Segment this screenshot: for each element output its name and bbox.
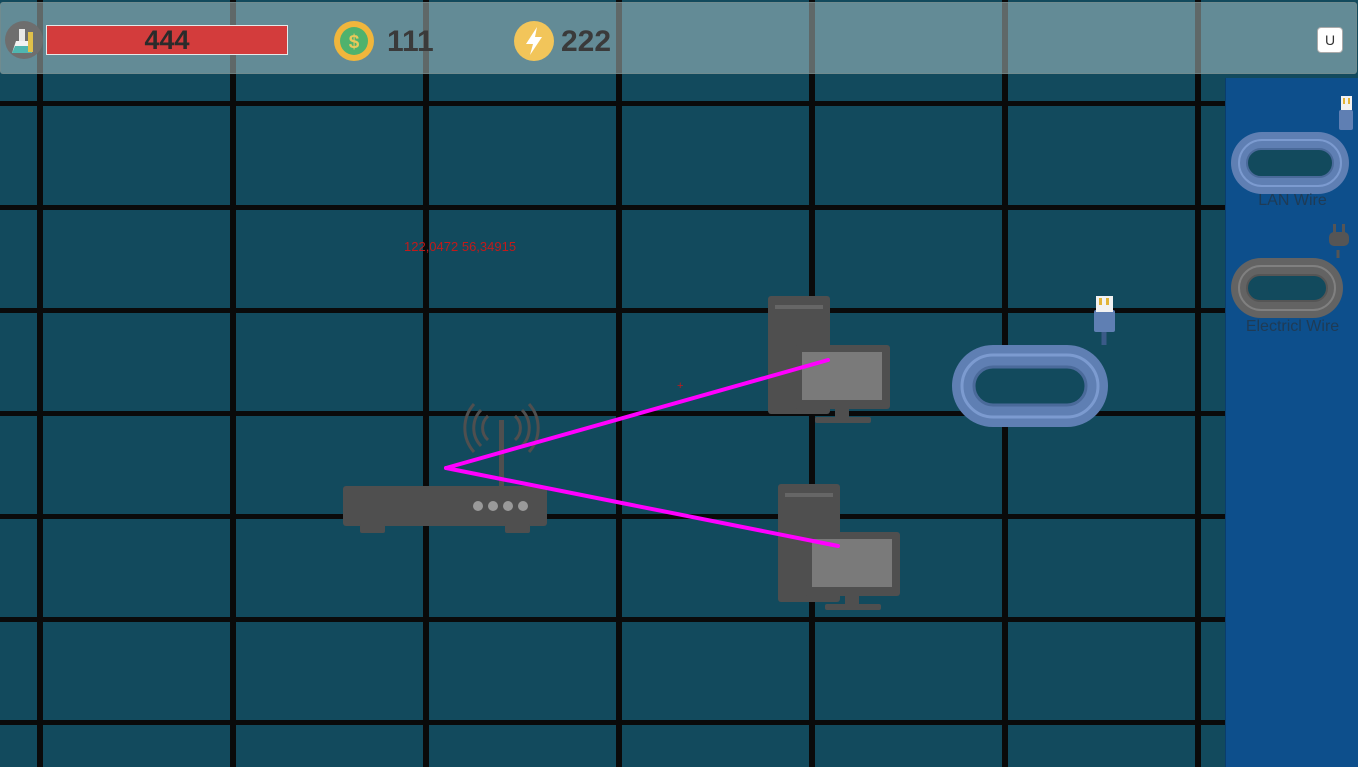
lightning-icon (514, 21, 554, 61)
energy-value: 222 (561, 25, 612, 58)
item-sidebar: LAN Wire Electricl Wire (1225, 78, 1358, 767)
wire (444, 358, 830, 470)
sidebar-item-electrical-wire[interactable]: Electricl Wire (1226, 220, 1358, 340)
lan-cable-icon (1231, 96, 1353, 194)
power-cable-icon (1231, 224, 1349, 318)
lan-cable-icon[interactable] (952, 296, 1115, 427)
sidebar-item-lan-wire[interactable]: LAN Wire (1226, 92, 1358, 212)
dollar-coin-icon: $ (334, 21, 374, 61)
debug-coordinates: 122,0472 56,34915 (404, 239, 517, 254)
svg-text:$: $ (349, 32, 360, 53)
cursor-marker: + (677, 380, 684, 392)
sidebar-item-label: Electricl Wire (1245, 318, 1340, 335)
flask-icon (5, 21, 43, 59)
sidebar-item-label: LAN Wire (1258, 192, 1327, 209)
top-hud: 444 $ 111 222 U (0, 2, 1357, 74)
upgrade-button[interactable]: U (1317, 27, 1343, 53)
money-value: 111 (387, 25, 434, 58)
health-bar: 444 (46, 25, 288, 55)
